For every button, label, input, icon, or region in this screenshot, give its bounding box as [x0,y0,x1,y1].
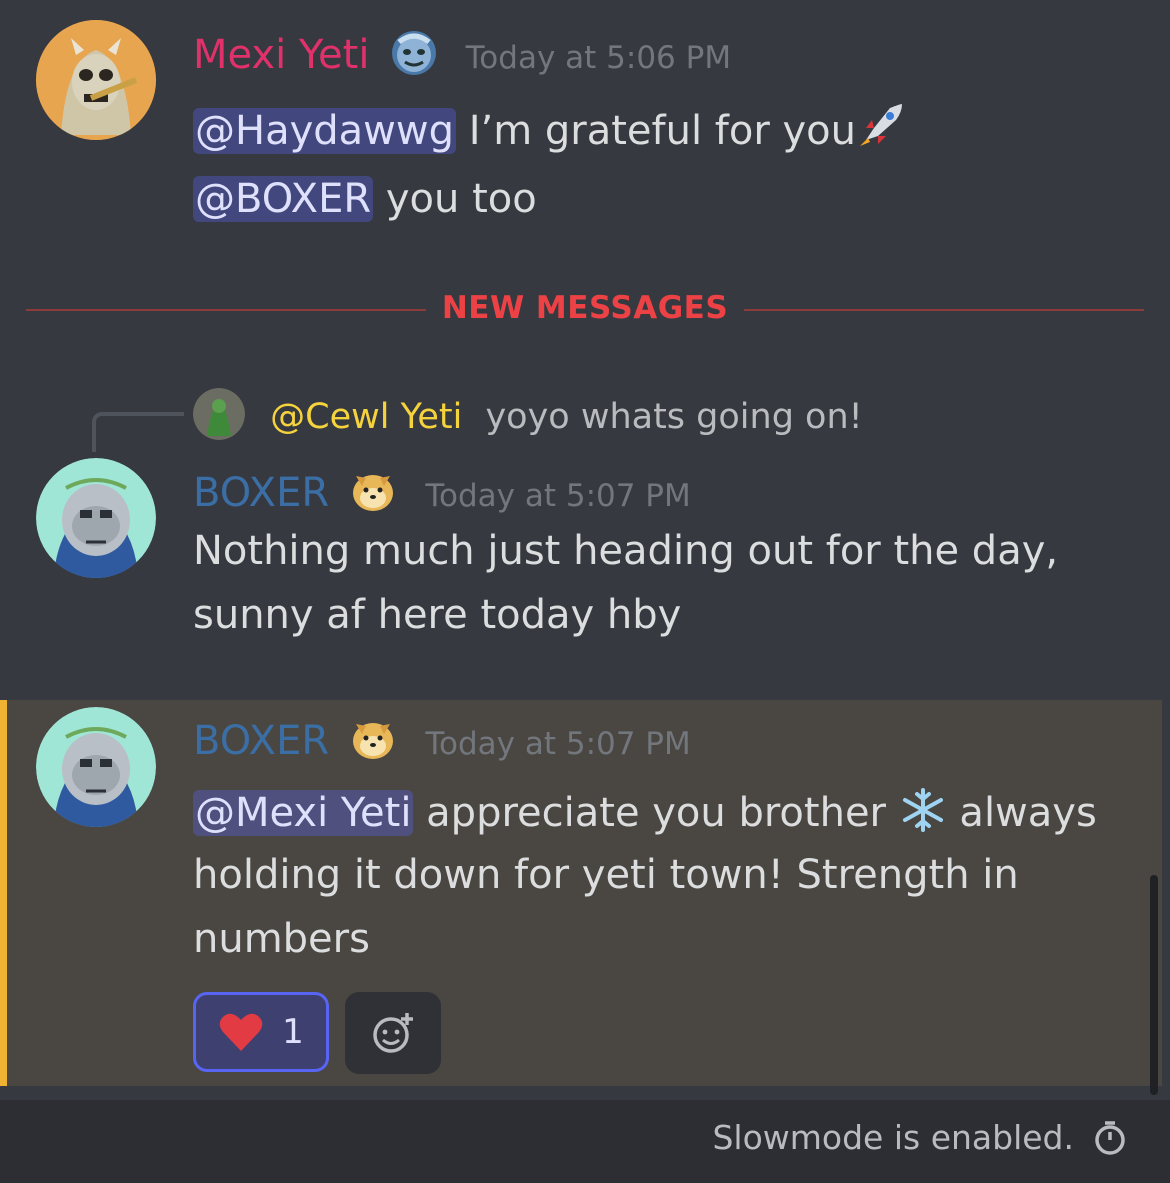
reaction-count: 1 [282,1012,304,1052]
new-messages-label: NEW MESSAGES [441,290,729,326]
rocket-icon [856,98,908,150]
message-text: I’m grateful for you [455,108,857,154]
username[interactable]: BOXER [193,470,329,516]
mention[interactable]: @Mexi Yeti [193,790,414,836]
reply-text: yoyo whats going on! [485,397,863,437]
message-line: Nothing much just heading out for the da… [193,528,1059,574]
message-line: @BOXER you too [193,176,537,222]
message-text: appreciate you brother [413,790,886,836]
snowflake-icon [899,786,947,834]
cewl-yeti-avatar [193,388,245,440]
yeti-face-icon [389,28,439,78]
add-reaction-button[interactable] [345,992,441,1074]
message-text: you too [373,176,537,222]
slowmode-bar: Slowmode is enabled. [0,1100,1170,1183]
reply-mention[interactable]: @Cewl Yeti [270,397,462,437]
boxer-avatar-image [36,458,156,578]
message-header: BOXER Today at 5:07 PM [193,714,691,764]
mexi-yeti-avatar[interactable] [36,20,156,140]
message-text: always [946,790,1097,836]
message-line: holding it down for yeti town! Strength … [193,852,1019,898]
message-header: Mexi Yeti Today at 5:06 PM [193,28,731,78]
mexi-yeti-avatar-image [36,20,156,140]
reply-connector [92,412,184,452]
slowmode-text: Slowmode is enabled. [712,1118,1074,1157]
mention[interactable]: @BOXER [193,176,374,222]
add-emoji-icon [371,1011,415,1055]
boxer-avatar[interactable] [36,707,156,827]
timestamp: Today at 5:06 PM [465,40,732,76]
timestamp: Today at 5:07 PM [425,726,691,762]
message-line: @Haydawwg I’m grateful for you [193,98,908,154]
timer-icon [1092,1120,1128,1156]
heart-icon [218,1011,264,1053]
boxer-avatar-image [36,707,156,827]
username[interactable]: Mexi Yeti [193,32,369,78]
message-header: BOXER Today at 5:07 PM [193,466,691,516]
timestamp: Today at 5:07 PM [425,478,691,514]
heart-reaction-button[interactable]: 1 [193,992,329,1072]
doge-icon [348,466,398,516]
doge-icon [348,714,398,764]
username[interactable]: BOXER [193,718,329,764]
reply-reference[interactable]: @Cewl Yeti yoyo whats going on! [193,388,863,440]
mention[interactable]: @Haydawwg [193,108,456,154]
message-line: numbers [193,916,370,962]
scrollbar-thumb[interactable] [1150,875,1158,1095]
message-line: @Mexi Yeti appreciate you brother always [193,786,1097,836]
boxer-avatar[interactable] [36,458,156,578]
message-line: sunny af here today hby [193,592,682,638]
